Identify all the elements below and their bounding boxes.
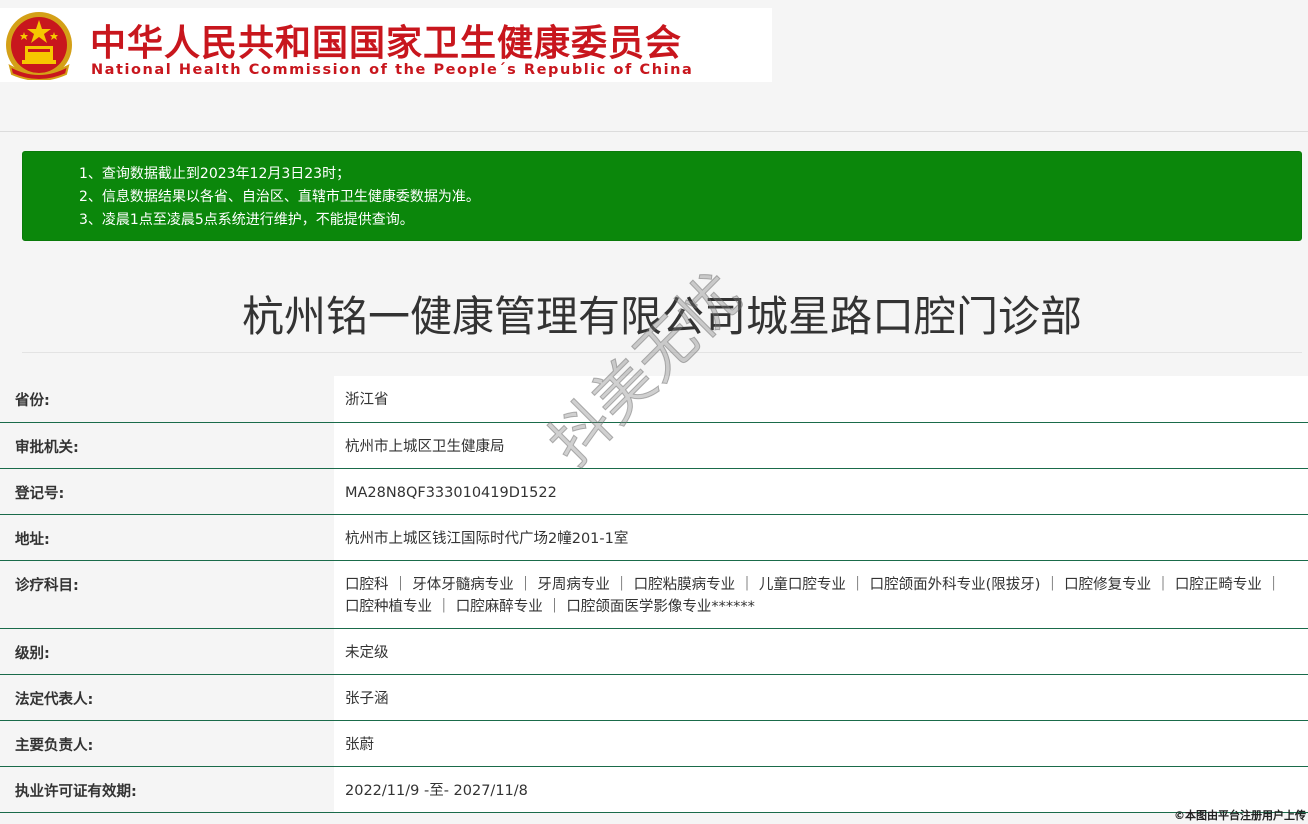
table-row: 执业许可证有效期: 2022/11/9 -至- 2027/11/8 <box>0 766 1308 813</box>
field-label-legal-rep: 法定代表人: <box>0 674 334 721</box>
upload-credit: ©本图由平台注册用户上传 <box>1174 809 1306 822</box>
field-value-province: 浙江省 <box>334 376 1308 423</box>
header-band: 中华人民共和国国家卫生健康委员会 National Health Commiss… <box>0 0 1308 132</box>
table-row: 级别: 未定级 <box>0 628 1308 675</box>
table-row: 法定代表人: 张子涵 <box>0 674 1308 721</box>
field-label-province: 省份: <box>0 376 334 423</box>
notice-line-3: 3、凌晨1点至凌晨5点系统进行维护，不能提供查询。 <box>79 212 414 228</box>
field-value-level: 未定级 <box>334 628 1308 675</box>
field-value-address: 杭州市上城区钱江国际时代广场2幢201-1室 <box>334 514 1308 561</box>
notice-box: 1、查询数据截止到2023年12月3日23时； 2、信息数据结果以各省、自治区、… <box>22 151 1302 241</box>
field-value-license-validity: 2022/11/9 -至- 2027/11/8 <box>334 766 1308 813</box>
logo-title-cn: 中华人民共和国国家卫生健康委员会 <box>90 23 683 64</box>
field-label-authority: 审批机关: <box>0 422 334 469</box>
field-label-principal: 主要负责人: <box>0 720 334 767</box>
title-divider <box>22 352 1302 353</box>
institution-title: 杭州铭一健康管理有限公司城星路口腔门诊部 <box>241 292 1082 341</box>
field-value-authority: 杭州市上城区卫生健康局 <box>334 422 1308 469</box>
notice-line-1: 1、查询数据截止到2023年12月3日23时； <box>79 166 351 182</box>
field-value-legal-rep: 张子涵 <box>334 674 1308 721</box>
page-root: 中华人民共和国国家卫生健康委员会 National Health Commiss… <box>0 0 1308 824</box>
field-label-registration: 登记号: <box>0 468 334 515</box>
info-table: 省份: 浙江省 审批机关: 杭州市上城区卫生健康局 登记号: MA28N8QF3… <box>0 376 1308 813</box>
field-label-departments: 诊疗科目: <box>0 560 334 629</box>
table-row: 省份: 浙江省 <box>0 376 1308 423</box>
table-row: 审批机关: 杭州市上城区卫生健康局 <box>0 422 1308 469</box>
table-row: 诊疗科目: 口腔科 ｜ 牙体牙髓病专业 ｜ 牙周病专业 ｜ 口腔粘膜病专业 ｜ … <box>0 560 1308 629</box>
table-row: 地址: 杭州市上城区钱江国际时代广场2幢201-1室 <box>0 514 1308 561</box>
field-label-address: 地址: <box>0 514 334 561</box>
site-logo[interactable]: 中华人民共和国国家卫生健康委员会 National Health Commiss… <box>0 8 772 82</box>
table-row: 登记号: MA28N8QF333010419D1522 <box>0 468 1308 515</box>
field-value-departments: 口腔科 ｜ 牙体牙髓病专业 ｜ 牙周病专业 ｜ 口腔粘膜病专业 ｜ 儿童口腔专业… <box>334 560 1308 629</box>
national-emblem-icon <box>6 12 72 80</box>
notice-line-2: 2、信息数据结果以各省、自治区、直辖市卫生健康委数据为准。 <box>79 189 480 205</box>
field-value-principal: 张蔚 <box>334 720 1308 767</box>
field-label-license-validity: 执业许可证有效期: <box>0 766 334 813</box>
table-row: 主要负责人: 张蔚 <box>0 720 1308 767</box>
field-label-level: 级别: <box>0 628 334 675</box>
field-value-registration: MA28N8QF333010419D1522 <box>334 468 1308 515</box>
logo-title-en: National Health Commission of the People… <box>91 62 694 78</box>
